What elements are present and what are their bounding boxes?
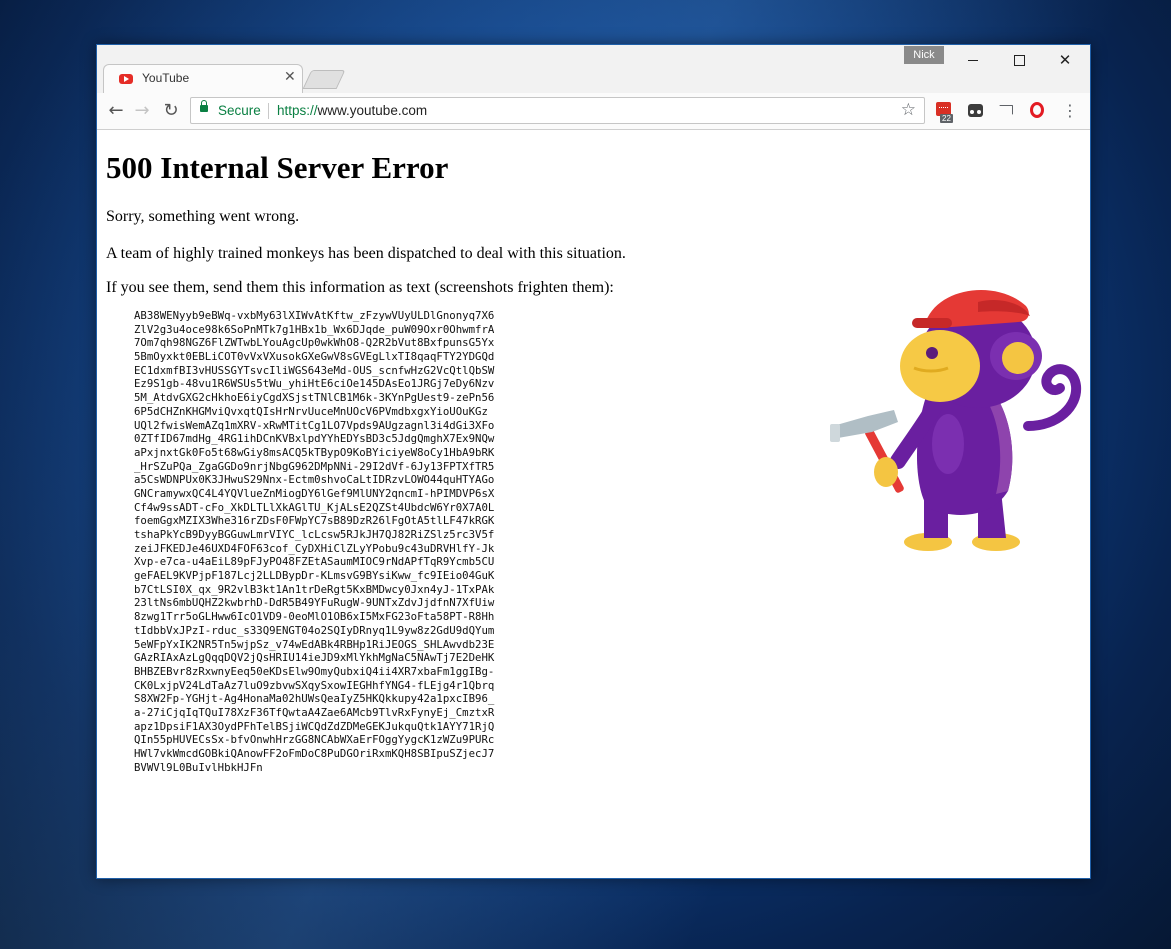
error-info-line: _HrSZuPQa_ZgaGGDo9nrjNbgG962DMpNNi-29I2d…: [134, 459, 495, 473]
error-info-line: 8zwg1Trr5oGLHww6IcO1VD9-0eoMlO1OB6xI5MxF…: [134, 610, 495, 624]
cast-icon: [999, 105, 1013, 115]
glasses-icon: [968, 104, 983, 117]
error-info-line: 5eWFpYxIK2NR5Tn5wjpSz_v74wEdABk4RBHp1RiJ…: [134, 637, 495, 651]
todoist-extension-button[interactable]: 22: [934, 101, 954, 123]
forward-button[interactable]: →: [129, 98, 155, 124]
error-info-line: 7Om7qh98NGZ6FlZWTwbLYouAgcUp0wkWhO8-Q2R2…: [134, 336, 495, 350]
error-info-line: QIn55pHUVECsSx-bfvOnwhHrzGG8NCAbWXaErFOg…: [134, 733, 495, 747]
error-info-line: aPxjnxtGk0Fo5t68wGiy8msACQ5kTBypO9KoBYic…: [134, 445, 495, 459]
close-icon: ✕: [1058, 51, 1072, 69]
error-info-line: Ez9S1gb-48vu1R6WSUs5tWu_yhiHtE6ciOe145DA…: [134, 377, 495, 391]
error-info-line: tshaPkYcB9DyyBGGuwLmrVIYC_lcLcsw5RJkJH7Q…: [134, 528, 495, 541]
url-text[interactable]: https://www.youtube.com: [277, 103, 427, 118]
error-info-line: b7CtLSI0X_qx_9R2vlB3kt1An1trDeRgt5KxBMDw…: [134, 582, 495, 596]
error-line-1: Sorry, something went wrong.: [106, 208, 300, 225]
error-info-line: HWl7vkWmcdGOBkiQAnowFF2oFmDoC8PuDGOriRxm…: [134, 747, 495, 760]
error-info-line: 23ltNs6mbUQHZ2kwbrhD-DdR5B49YFuRugW-9UNT…: [134, 596, 495, 610]
browser-menu-button[interactable]: ⋮: [1060, 99, 1080, 123]
reload-icon: ↻: [163, 100, 179, 121]
youtube-favicon-icon: [119, 74, 133, 84]
title-bar: YouTube ✕ Nick ✕: [97, 45, 1090, 93]
browser-toolbar: ← → ↻ Secure https://www.youtube.com ☆ 2…: [97, 93, 1090, 130]
url-host: www.youtube.com: [317, 103, 428, 118]
error-info-blob[interactable]: AB38WENyyb9eBWq-vxbMy63lXIWvAtKftw_zFzyw…: [134, 309, 494, 774]
error-info-line: Cf4w9ssADT-cFo_XkDLTLlXkAGlTU_KjALsE2QZS…: [134, 500, 495, 514]
error-info-line: GNCramywxQC4L4YQVlueZnMiogDY6lGef9MlUNY2…: [134, 486, 495, 500]
lock-icon: [200, 100, 208, 112]
error-info-line: BHBZEBvr8zRxwnyEeq50eKDsElw9OmyQubxiQ4ii…: [134, 664, 495, 678]
error-line-2: A team of highly trained monkeys has bee…: [106, 245, 626, 262]
bookmark-star-icon[interactable]: ☆: [901, 100, 916, 120]
reload-button[interactable]: ↻: [158, 98, 184, 124]
monkey-with-hammer-illustration: [830, 289, 1082, 551]
error-info-line: apz1DpsiF1AX3OydPFhTelBSjiWCQdZdZDMeGEKJ…: [134, 719, 495, 733]
error-info-line: tIdbbVxJPzI-rduc_s33Q9ENGT04o2SQIyDRnyq1…: [134, 623, 495, 637]
tab-youtube[interactable]: YouTube ✕: [103, 64, 303, 93]
error-info-line: BVWVl9L0BuIvlHbkHJFn: [134, 760, 263, 774]
secure-label: Secure: [218, 103, 261, 118]
cast-button[interactable]: [997, 101, 1017, 121]
error-info-line: zeiJFKEDJe46UXD4FOF63cof_CyDXHiClZLyYPob…: [134, 541, 495, 555]
maximize-icon: [1013, 55, 1025, 66]
profile-badge[interactable]: Nick: [904, 46, 944, 64]
error-info-line: ZlV2g3u4oce98k6SoPnMTk7g1HBx1b_Wx6DJqde_…: [134, 322, 495, 336]
page-content: 500 Internal Server Error Sorry, somethi…: [97, 130, 1090, 878]
error-info-line: CK0LxjpV24LdTaAz7luO9zbvwSXqySxowIEGHhfY…: [134, 678, 495, 692]
error-info-line: 5BmOyxkt0EBLiCOT0vVxVXusokGXeGwV8sGVEgLl…: [134, 350, 495, 364]
error-title: 500 Internal Server Error: [106, 150, 449, 185]
error-info-line: GAzRIAxAzLgQqqDQV2jQsHRIU14ieJD9xMlYkhMg…: [134, 651, 495, 665]
minimize-icon: [968, 60, 978, 61]
back-button[interactable]: ←: [103, 98, 129, 124]
browser-window: YouTube ✕ Nick ✕ ← → ↻ Secure https://ww…: [96, 44, 1091, 879]
close-window-button[interactable]: ✕: [1042, 49, 1088, 71]
new-tab-button[interactable]: [302, 70, 346, 89]
address-separator: [268, 103, 269, 119]
error-info-line: 6P5dCHZnKHGMviQvxqtQIsHrNrvUuceMnUOcV6PV…: [134, 404, 488, 418]
address-bar[interactable]: Secure https://www.youtube.com ☆: [190, 97, 925, 124]
error-info-line: a-27iCjqIqTQuI78XzF36TfQwtaA4Zae6AMcb9Tl…: [134, 705, 495, 719]
error-info-line: UQl2fwisWemAZq1mXRV-xRwMTitCg1LO7Vpds9AU…: [134, 418, 495, 432]
error-info-line: S8XW2Fp-YGHjt-Ag4HonaMa02hUWsQeaIyZ5HKQk…: [134, 692, 495, 706]
error-info-line: 5M_AtdvGXG2cHkhoE6iyCgdXSjstTNlCB1M6k-3K…: [134, 391, 495, 405]
opera-extension-button[interactable]: [1028, 101, 1048, 121]
error-info-line: geFAEL9KVPjpF187Lcj2LLDBypDr-KLmsvG9BYsi…: [134, 569, 495, 583]
incognito-extension-button[interactable]: [966, 101, 986, 121]
extension-badge-count: 22: [940, 114, 953, 123]
minimize-button[interactable]: [950, 49, 996, 71]
error-info-line: EC1dxmfBI3vHUSSGYTsvcIliWGS643eMd-OUS_sc…: [134, 363, 495, 377]
error-line-3: If you see them, send them this informat…: [106, 279, 614, 296]
url-scheme: https://: [277, 103, 318, 118]
arrow-left-icon: ←: [108, 100, 124, 121]
arrow-right-icon: →: [134, 100, 150, 121]
opera-icon: [1030, 102, 1044, 118]
tab-title: YouTube: [142, 71, 190, 85]
error-info-line: Xvp-e7ca-u4aEiL89pFJyPO48FZEtASaumMIOC9r…: [134, 555, 495, 569]
error-info-line: foemGgxMZIX3Whe316rZDsF0FWpYC7sB89DzR26l…: [134, 514, 495, 528]
error-info-line: AB38WENyyb9eBWq-vxbMy63lXIWvAtKftw_zFzyw…: [134, 309, 495, 322]
error-info-line: a5CsWDNPUx0K3JHwuS29Nnx-Ectm0shvoCaLtIDR…: [134, 473, 495, 487]
error-info-line: 0ZTfID67mdHg_4RG1ihDCnKVBxlpdYYhEDYsBD3c…: [134, 432, 495, 446]
tab-close-icon[interactable]: ✕: [284, 69, 296, 85]
maximize-button[interactable]: [996, 49, 1042, 71]
more-vertical-icon: ⋮: [1062, 101, 1078, 120]
